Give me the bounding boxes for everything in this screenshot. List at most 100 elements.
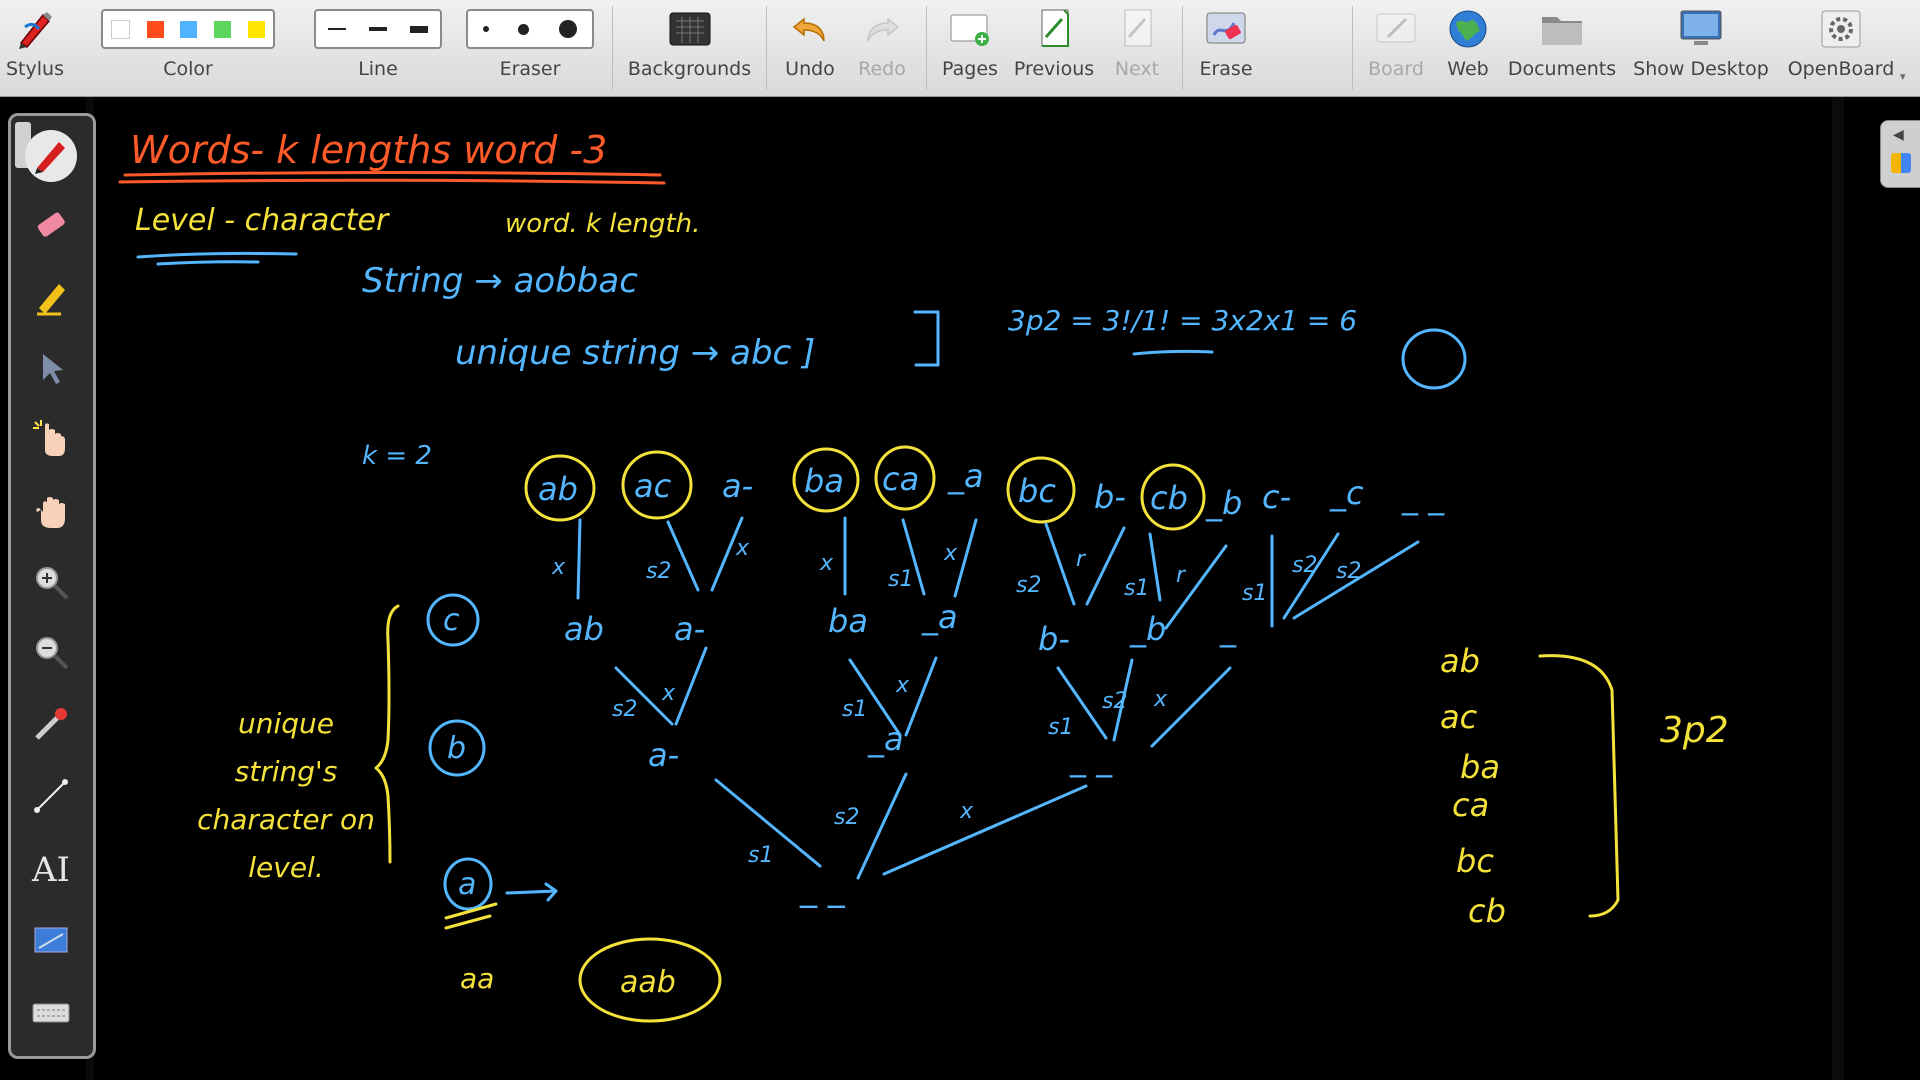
library-dock-toggle[interactable]: ◀ — [1880, 120, 1920, 188]
edge-label: s1 — [842, 697, 867, 722]
toolbar-divider — [612, 6, 613, 90]
undo-button[interactable]: Undo — [772, 0, 848, 96]
string-line: String → aobbac — [362, 261, 638, 301]
openboard-label: OpenBoard — [1787, 58, 1895, 80]
toolbar-divider — [1352, 6, 1353, 90]
color-swatch-red[interactable] — [146, 20, 164, 38]
zoom-out-icon — [31, 632, 71, 676]
tree-node: _a — [947, 457, 984, 495]
zoom-in-tool[interactable] — [25, 558, 77, 610]
tree-mid-row: ab a- ba _a b- _b _ — [564, 598, 1237, 658]
selector-tool[interactable] — [25, 344, 77, 396]
line-thin-option[interactable] — [327, 28, 346, 30]
tree-node: ba — [828, 602, 868, 640]
level-char: b — [447, 731, 466, 766]
web-button[interactable]: Web — [1434, 0, 1502, 96]
next-button[interactable]: Next — [1102, 0, 1172, 96]
edge-labels: x s2 x x s1 x s2 r s1 r s1 s2 s2 s2 x s1… — [551, 536, 1361, 868]
whiteboard-canvas[interactable]: Words- k lengths word -3 Level - charact… — [0, 97, 1920, 1080]
tool-palette: AI — [8, 113, 96, 1059]
edge-label: s1 — [1124, 576, 1149, 601]
tree-low-row: a- _a _ _ — [648, 720, 1113, 778]
k-equals: k = 2 — [362, 441, 432, 471]
toolbar-divider — [766, 6, 767, 90]
tree-node: cb — [1150, 479, 1188, 517]
zoom-in-icon — [31, 562, 71, 606]
chevron-down-icon[interactable]: ▾ — [1900, 70, 1906, 83]
documents-label: Documents — [1507, 58, 1617, 80]
hand-tool[interactable] — [25, 486, 77, 538]
eraser-medium-option[interactable] — [518, 23, 530, 35]
eraser-tool[interactable] — [25, 202, 77, 254]
show-desktop-button[interactable]: Show Desktop — [1628, 0, 1774, 96]
eraser-small-option[interactable] — [482, 26, 489, 32]
edge-label: x — [943, 541, 958, 566]
tree-node: ba — [804, 462, 844, 500]
tree-node: bc — [1018, 472, 1056, 510]
interactor-tool[interactable] — [25, 414, 77, 466]
zoom-out-tool[interactable] — [25, 628, 77, 680]
text-tool[interactable]: AI — [25, 844, 77, 896]
color-swatch-white[interactable] — [111, 19, 131, 39]
list-item: bc — [1456, 842, 1494, 880]
toolbar-divider — [926, 6, 927, 90]
backgrounds-button[interactable]: Backgrounds — [622, 0, 757, 96]
edge-label: s2 — [834, 805, 859, 830]
redo-button[interactable]: Redo — [848, 0, 916, 96]
color-swatch-yellow[interactable] — [247, 20, 265, 38]
pen-tool[interactable] — [25, 130, 77, 182]
edge-label: x — [661, 681, 676, 706]
line-medium-option[interactable] — [368, 27, 387, 31]
next-page-icon — [1117, 0, 1157, 58]
board-icon — [1374, 0, 1418, 58]
tree-node: ca — [882, 460, 919, 498]
line-tool[interactable] — [25, 772, 77, 824]
tree-node: _ — [1219, 610, 1237, 648]
edge-label: s2 — [612, 697, 637, 722]
tree-node: _c — [1329, 474, 1364, 512]
openboard-menu-button[interactable]: OpenBoard — [1780, 0, 1902, 96]
stylus-label: Stylus — [6, 58, 64, 80]
redo-icon — [862, 0, 902, 58]
tree-node: ab — [564, 610, 604, 648]
line-icon — [31, 776, 71, 820]
show-desktop-label: Show Desktop — [1633, 58, 1769, 80]
list-item: ca — [1452, 786, 1489, 824]
previous-label: Previous — [1013, 58, 1095, 80]
eraser-large-option[interactable] — [559, 20, 578, 38]
list-item: ab — [1440, 642, 1480, 680]
capture-tool[interactable] — [25, 916, 77, 968]
level-char: c — [443, 603, 460, 638]
board-button[interactable]: Board — [1358, 0, 1434, 96]
keyboard-tool[interactable] — [25, 988, 77, 1040]
aab-note: aab — [620, 965, 676, 1000]
stylus-button[interactable]: Stylus — [0, 0, 70, 96]
laser-pointer-tool[interactable] — [25, 700, 77, 752]
color-swatch-green[interactable] — [214, 20, 232, 38]
line-thick-option[interactable] — [410, 25, 429, 33]
line-group: Line — [312, 0, 444, 96]
edge-label: s2 — [1016, 573, 1041, 598]
undo-icon — [790, 0, 830, 58]
documents-button[interactable]: Documents — [1506, 0, 1618, 96]
previous-button[interactable]: Previous — [1008, 0, 1100, 96]
pages-button[interactable]: Pages — [934, 0, 1006, 96]
tree-node: _ _ — [1069, 740, 1113, 778]
erase-button[interactable]: Erase — [1190, 0, 1262, 96]
level-char: a — [458, 867, 476, 902]
laser-pointer-icon — [31, 704, 71, 748]
tree-node: a- — [674, 610, 705, 648]
board-label: Board — [1368, 58, 1424, 80]
tree-node: _a — [867, 720, 904, 758]
tree-node: a- — [648, 736, 679, 774]
erase-board-icon — [1204, 0, 1248, 58]
redo-label: Redo — [858, 58, 906, 80]
aa-note: aa — [460, 962, 494, 995]
tree-node: _a — [921, 598, 958, 636]
erase-label: Erase — [1199, 58, 1253, 80]
web-label: Web — [1447, 58, 1489, 80]
level-heading: Level - character — [135, 203, 390, 238]
settings-gear-icon — [1819, 0, 1863, 58]
color-swatch-blue[interactable] — [180, 20, 198, 38]
marker-tool[interactable] — [25, 274, 77, 326]
